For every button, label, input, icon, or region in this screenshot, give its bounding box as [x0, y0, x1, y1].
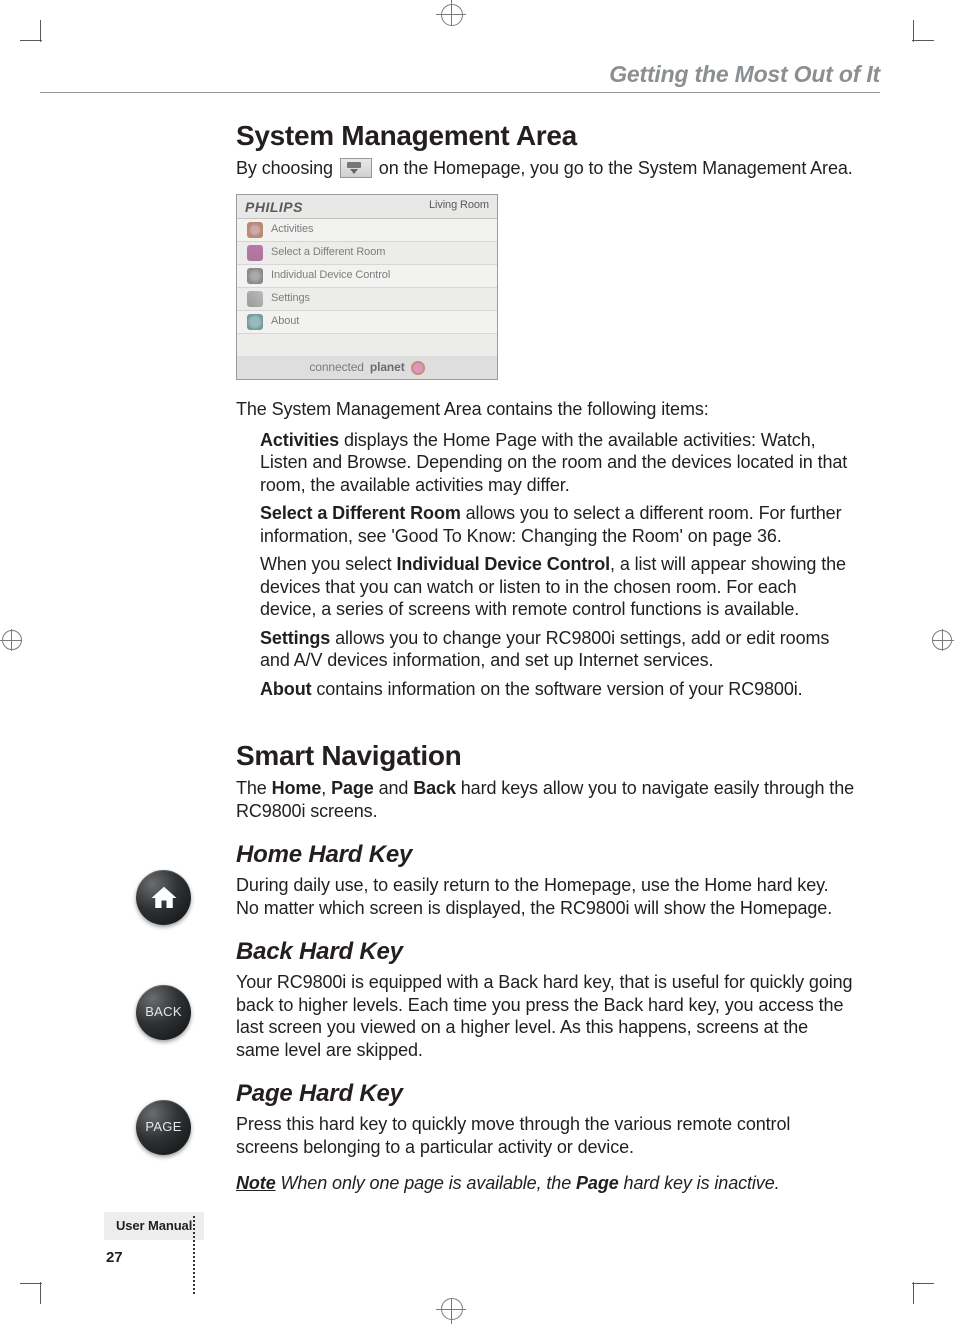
device-row-activities: Activities	[271, 223, 313, 237]
about-icon	[247, 314, 263, 330]
item-select-room-label: Select a Different Room	[260, 503, 461, 523]
device-bottom-bold: planet	[370, 360, 405, 375]
smart-nav-intro: The Home, Page and Back hard keys allow …	[236, 777, 856, 822]
footer-page-number: 27	[106, 1249, 123, 1268]
device-control-icon	[247, 268, 263, 284]
section-smart-navigation-title: Smart Navigation	[236, 738, 856, 773]
back-key-label: BACK	[145, 1004, 182, 1020]
device-row-select-room: Select a Different Room	[271, 246, 385, 260]
page-key-icon: PAGE	[136, 1100, 191, 1155]
item-about-text: contains information on the software ver…	[311, 679, 802, 699]
settings-icon	[247, 291, 263, 307]
sma-contains: The System Management Area contains the …	[236, 398, 856, 421]
sn-p0: The	[236, 778, 272, 798]
note-bold: Page	[576, 1173, 619, 1193]
back-hard-key-title: Back Hard Key	[236, 937, 856, 967]
item-settings-text: allows you to change your RC9800i settin…	[260, 628, 829, 671]
sn-p5: Back	[413, 778, 456, 798]
note: Note When only one page is available, th…	[236, 1172, 856, 1195]
activities-icon	[247, 222, 263, 238]
device-row-about: About	[271, 315, 299, 329]
item-about-label: About	[260, 679, 311, 699]
item-idc-label: Individual Device Control	[396, 554, 610, 574]
device-brand: PHILIPS	[245, 199, 303, 217]
running-header: Getting the Most Out of It	[609, 60, 880, 89]
system-management-icon	[340, 158, 372, 178]
home-key-icon	[136, 870, 191, 925]
sma-intro-after: on the Homepage, you go to the System Ma…	[379, 158, 853, 178]
home-hard-key-text: During daily use, to easily return to th…	[236, 874, 856, 919]
header-rule	[40, 92, 880, 93]
footer-manual-label: User Manual	[104, 1212, 204, 1240]
back-key-icon: BACK	[136, 985, 191, 1040]
item-activities-text: displays the Home Page with the availabl…	[260, 430, 847, 495]
sn-p1: Home	[272, 778, 322, 798]
item-idc-before: When you select	[260, 554, 396, 574]
sn-p2: ,	[321, 778, 331, 798]
sma-intro-before: By choosing	[236, 158, 333, 178]
page-hard-key-title: Page Hard Key	[236, 1079, 856, 1109]
note-after: hard key is inactive.	[619, 1173, 780, 1193]
device-screenshot: PHILIPS Living Room Activities Select a …	[236, 194, 498, 381]
note-label: Note	[236, 1173, 276, 1193]
device-row-settings: Settings	[271, 292, 310, 306]
sn-p4: and	[374, 778, 414, 798]
door-icon	[247, 245, 263, 261]
sn-p3: Page	[331, 778, 374, 798]
item-activities-label: Activities	[260, 430, 339, 450]
sma-intro: By choosing on the Homepage, you go to t…	[236, 157, 856, 180]
device-room-label: Living Room	[429, 199, 489, 217]
home-hard-key-title: Home Hard Key	[236, 840, 856, 870]
back-hard-key-text: Your RC9800i is equipped with a Back har…	[236, 971, 856, 1061]
device-row-idc: Individual Device Control	[271, 269, 390, 283]
section-system-management-title: System Management Area	[236, 118, 856, 153]
footer-dotted-rule	[193, 1216, 196, 1294]
item-settings-label: Settings	[260, 628, 330, 648]
sma-items: Activities displays the Home Page with t…	[260, 429, 856, 701]
page-key-label: PAGE	[145, 1119, 181, 1135]
note-before: When only one page is available, the	[276, 1173, 576, 1193]
connectedplanet-icon	[411, 361, 425, 375]
page-hard-key-text: Press this hard key to quickly move thro…	[236, 1113, 856, 1158]
device-bottom-left: connected	[309, 360, 363, 375]
